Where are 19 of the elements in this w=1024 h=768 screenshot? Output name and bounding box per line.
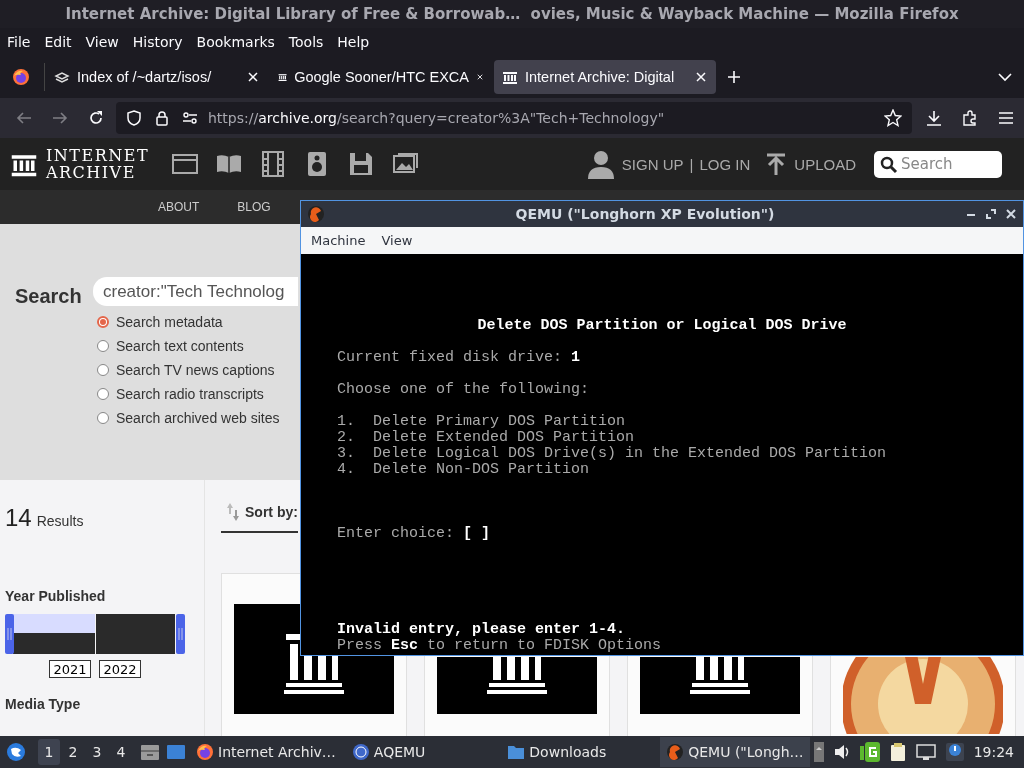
- screen-text: Current fixed disk drive: 1: [337, 350, 581, 366]
- window-title: Internet Archive: Digital Library of Free & Borrowab… ovies, Music & Wayback Machine — Mozilla Firefox: [65, 5, 959, 23]
- menu-option: 1. Delete Primary DOS Partition: [337, 414, 626, 430]
- error-message: Invalid entry, please enter 1-4.: [337, 622, 626, 638]
- screen-heading: Delete DOS Partition or Logical DOS Drive: [477, 318, 847, 334]
- facet-title: Media Type: [5, 696, 82, 712]
- separator: |: [689, 155, 694, 173]
- results-label: Results: [36, 513, 84, 529]
- screen-text: Enter choice: [ ]: [337, 526, 491, 542]
- search-heading: Search: [15, 285, 83, 309]
- screen-text: Choose one of the following:: [337, 382, 590, 398]
- result-count: 14: [5, 504, 32, 532]
- menu-option: 3. Delete Logical DOS Drive(s) in the Extended DOS Partition: [337, 446, 887, 462]
- menu-option: 2. Delete Extended DOS Partition: [337, 430, 635, 446]
- screen-text: Press Esc to return to FDISK Options: [337, 638, 662, 654]
- menu-option: 4. Delete Non-DOS Partition: [337, 462, 590, 478]
- window-title: QEMU ("Longhorn XP Evolution"): [514, 206, 776, 222]
- clock: 19:24: [973, 744, 1014, 760]
- facet-title: Year Published: [5, 588, 107, 604]
